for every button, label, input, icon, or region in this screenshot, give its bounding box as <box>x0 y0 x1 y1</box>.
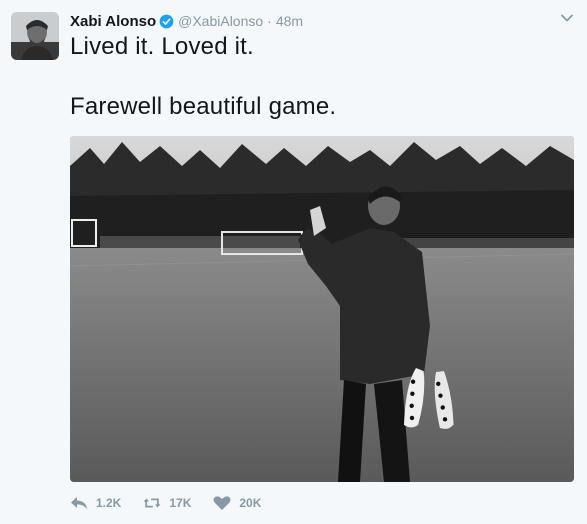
tweet-actions: 1.2K 17K 20K <box>70 494 283 512</box>
tweet-text: Lived it. Loved it. Farewell beautiful g… <box>70 33 570 121</box>
caret-down-icon[interactable] <box>561 12 573 24</box>
tweet-photo[interactable] <box>70 136 574 482</box>
retweet-button[interactable]: 17K <box>143 495 191 511</box>
retweet-icon <box>143 498 161 508</box>
tweet-header: Xabi Alonso @XabiAlonso · 48m <box>70 11 303 31</box>
like-count: 20K <box>239 496 262 510</box>
reply-button[interactable]: 1.2K <box>70 495 121 511</box>
author-handle[interactable]: @XabiAlonso <box>178 13 263 29</box>
verified-badge-icon <box>159 14 174 28</box>
tweet-text-line: Lived it. Loved it. <box>70 33 254 60</box>
retweet-count: 17K <box>169 496 192 510</box>
header-separator: · <box>267 13 272 29</box>
heart-icon <box>213 496 231 510</box>
timestamp[interactable]: 48m <box>276 13 303 29</box>
like-button[interactable]: 20K <box>213 495 261 511</box>
tweet: Xabi Alonso @XabiAlonso · 48m Lived it. … <box>0 0 587 524</box>
tweet-text-line: Farewell beautiful game. <box>70 93 337 120</box>
author-name[interactable]: Xabi Alonso <box>70 13 156 30</box>
reply-count: 1.2K <box>96 496 122 510</box>
avatar[interactable] <box>11 12 59 60</box>
reply-icon <box>71 497 87 509</box>
